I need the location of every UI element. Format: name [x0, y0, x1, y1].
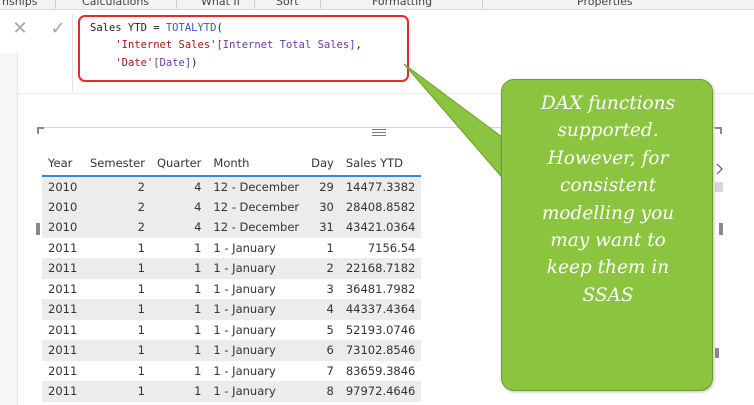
callout-line: SSAS	[582, 284, 634, 306]
callout-line: may want to	[550, 230, 666, 252]
callout-line: modelling you	[541, 202, 675, 224]
callout-line: DAX functions	[540, 93, 676, 114]
callout-line: However, for	[547, 147, 669, 169]
callout-bubble: DAX functions supported. However, for co…	[501, 79, 713, 391]
callout-line: supported.	[557, 120, 659, 142]
callout-line: consistent	[559, 175, 657, 197]
callout-line: keep them in	[546, 257, 670, 279]
callout-text: DAX functions supported. However, for co…	[502, 90, 714, 309]
